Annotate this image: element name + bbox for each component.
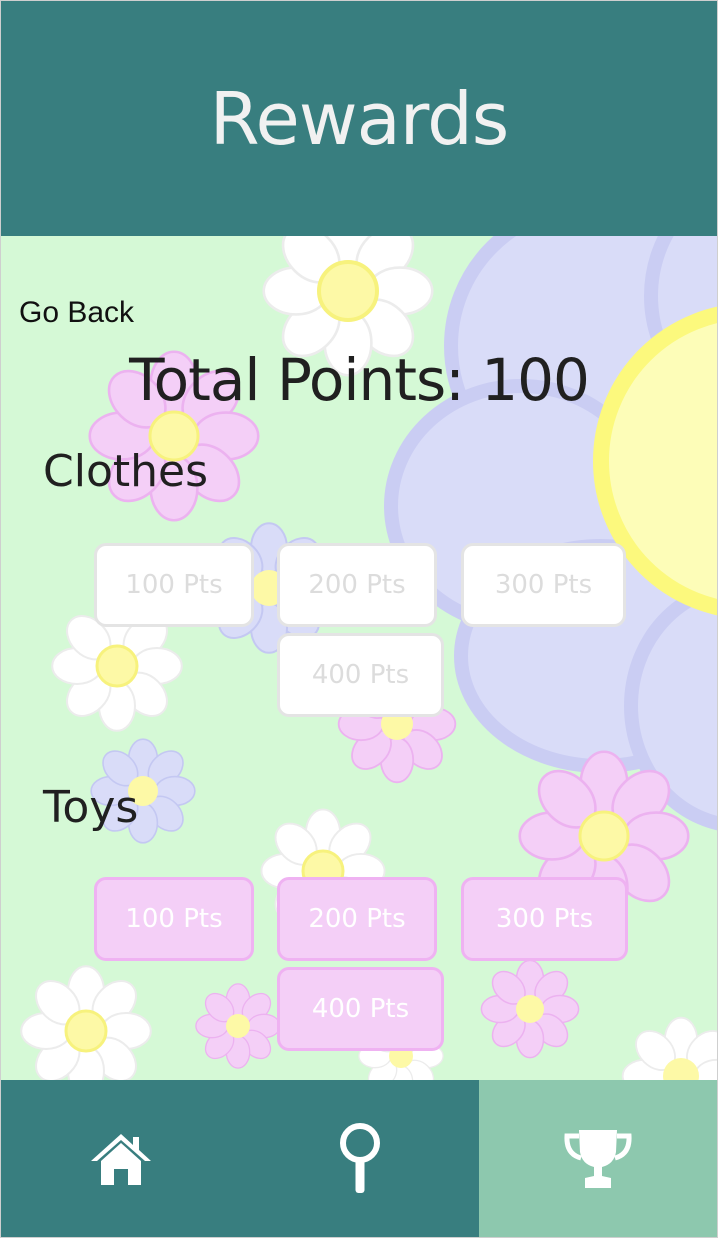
go-back-link[interactable]: Go Back [19, 296, 134, 330]
nav-search[interactable] [241, 1080, 479, 1237]
app-frame: Rewards Go Back Total Points: 100 Clothe… [0, 0, 718, 1238]
home-icon [91, 1133, 151, 1185]
total-points: Total Points: 100 [129, 346, 590, 414]
page-title: Rewards [209, 76, 510, 161]
white-daisy [623, 1018, 717, 1080]
magnifier-icon [340, 1122, 380, 1193]
pink-flower [196, 984, 280, 1068]
nav-rewards[interactable] [479, 1080, 717, 1237]
white-daisy [21, 966, 151, 1080]
toys-200-button[interactable]: 200 Pts [277, 877, 437, 961]
clothes-300-button[interactable]: 300 Pts [461, 543, 626, 627]
clothes-200-button[interactable]: 200 Pts [277, 543, 437, 627]
clothes-400-button[interactable]: 400 Pts [277, 633, 444, 717]
bottom-nav [1, 1080, 717, 1237]
nav-home[interactable] [1, 1080, 241, 1237]
section-title-toys: Toys [43, 782, 139, 833]
section-title-clothes: Clothes [43, 446, 208, 497]
header-bar: Rewards [1, 1, 717, 236]
toys-100-button[interactable]: 100 Pts [94, 877, 254, 961]
toys-300-button[interactable]: 300 Pts [461, 877, 628, 961]
clothes-100-button[interactable]: 100 Pts [94, 543, 254, 627]
trophy-icon [564, 1129, 632, 1188]
toys-400-button[interactable]: 400 Pts [277, 967, 444, 1051]
rewards-content: Go Back Total Points: 100 Clothes 100 Pt… [1, 236, 717, 1080]
pink-flower [481, 960, 578, 1057]
